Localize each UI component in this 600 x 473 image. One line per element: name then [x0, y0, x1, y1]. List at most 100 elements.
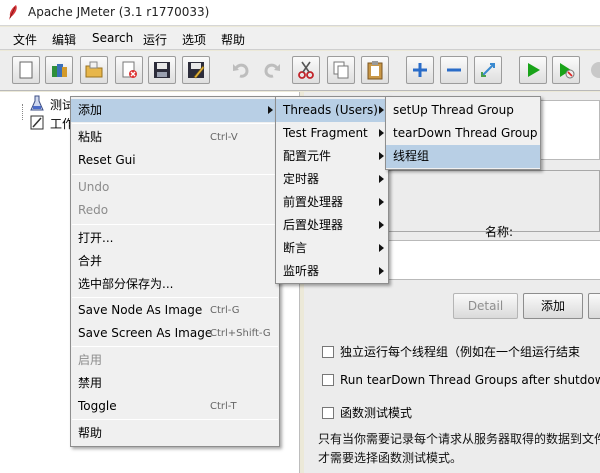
add-submenu: Threads (Users) Test Fragment 配置元件 定时器 前… [275, 96, 389, 284]
menu-item-merge[interactable]: 合并 [71, 250, 279, 273]
menu-item-label: 禁用 [78, 376, 103, 390]
stop-button[interactable] [585, 56, 600, 84]
submenu-item-config-element[interactable]: 配置元件 [276, 145, 388, 168]
menu-item-label: 打开... [78, 231, 114, 245]
menu-item-save-node-as-image[interactable]: Save Node As Image Ctrl-G [71, 299, 279, 322]
submenu-arrow-icon [379, 152, 384, 160]
menu-item-label: Threads (Users) [283, 103, 378, 117]
menu-search[interactable]: Search [92, 31, 133, 45]
menu-item-label: 添加 [78, 103, 103, 117]
functional-mode-note-line-2: 才需要选择函数测试模式。 [318, 451, 463, 465]
menu-run[interactable]: 运行 [143, 31, 167, 48]
menu-file[interactable]: 文件 [13, 31, 37, 48]
toolbar [0, 51, 600, 91]
submenu-item-threads-users[interactable]: Threads (Users) [276, 99, 388, 122]
menu-item-label: 监听器 [283, 264, 320, 278]
name-label: 名称: [485, 225, 514, 239]
new-button[interactable] [12, 56, 40, 84]
menu-item-label: Undo [78, 180, 110, 194]
menu-item-paste[interactable]: 粘贴 Ctrl-V [71, 126, 279, 149]
menu-item-toggle[interactable]: Toggle Ctrl-T [71, 395, 279, 418]
submenu-item-teardown-thread-group[interactable]: tearDown Thread Group [386, 122, 540, 145]
menu-item-shortcut: Ctrl-V [210, 132, 238, 143]
redo-button[interactable] [258, 56, 286, 84]
menu-item-label: Save Node As Image [78, 303, 203, 317]
menu-item-disable[interactable]: 禁用 [71, 372, 279, 395]
paste-icon [367, 61, 383, 80]
menu-item-label: 启用 [78, 353, 103, 367]
menu-item-undo[interactable]: Undo [71, 176, 279, 199]
checkbox-box[interactable] [322, 346, 334, 358]
submenu-item-setup-thread-group[interactable]: setUp Thread Group [386, 99, 540, 122]
submenu-item-pre-processor[interactable]: 前置处理器 [276, 191, 388, 214]
undo-button[interactable] [227, 56, 255, 84]
copy-button[interactable] [327, 56, 355, 84]
redo-icon [264, 63, 280, 78]
menu-separator [72, 297, 278, 298]
run-groups-consecutively-checkbox[interactable]: 独立运行每个线程组（例如在一个组运行结束 [322, 343, 580, 360]
menu-item-label: 选中部分保存为... [78, 277, 174, 291]
menu-separator [72, 346, 278, 347]
menu-item-save-selection-as[interactable]: 选中部分保存为... [71, 273, 279, 296]
menu-item-label: Toggle [78, 399, 117, 413]
menu-item-label: 前置处理器 [283, 195, 344, 209]
save-button[interactable] [148, 56, 176, 84]
copy-icon [333, 61, 349, 79]
menu-help[interactable]: 帮助 [221, 31, 245, 48]
submenu-item-test-fragment[interactable]: Test Fragment [276, 122, 388, 145]
expand-all-button[interactable] [406, 56, 434, 84]
open-button[interactable] [80, 56, 108, 84]
menu-separator [72, 174, 278, 175]
menu-item-redo[interactable]: Redo [71, 199, 279, 222]
templates-button[interactable] [45, 56, 73, 84]
next-button[interactable] [588, 293, 600, 319]
toggle-icon [481, 63, 495, 77]
cut-button[interactable] [292, 56, 320, 84]
submenu-item-thread-group[interactable]: 线程组 [386, 145, 540, 168]
toggle-button[interactable] [474, 56, 502, 84]
menu-separator [72, 419, 278, 420]
menu-item-enable[interactable]: 启用 [71, 349, 279, 372]
context-menu: 添加 粘贴 Ctrl-V Reset Gui Undo Redo 打开... 合… [70, 96, 280, 447]
start-no-pause-button[interactable] [552, 56, 580, 84]
detail-button[interactable]: Detail [453, 293, 518, 319]
menu-item-shortcut: Ctrl+Shift-G [210, 328, 271, 339]
menu-item-label: 断言 [283, 241, 308, 255]
functional-test-mode-checkbox[interactable]: 函数测试模式 [322, 404, 412, 421]
tree-connector [22, 104, 23, 120]
menu-item-shortcut: Ctrl-T [210, 401, 237, 412]
submenu-item-post-processor[interactable]: 后置处理器 [276, 214, 388, 237]
menu-edit[interactable]: 编辑 [52, 31, 76, 48]
menu-item-add[interactable]: 添加 [71, 99, 279, 122]
checkbox-label: 函数测试模式 [340, 406, 413, 420]
menu-item-label: tearDown Thread Group [393, 126, 538, 140]
run-teardown-checkbox[interactable]: Run tearDown Thread Groups after shutdow… [322, 373, 600, 387]
menu-item-open[interactable]: 打开... [71, 227, 279, 250]
submenu-item-listener[interactable]: 监听器 [276, 260, 388, 283]
paste-button[interactable] [361, 56, 389, 84]
submenu-arrow-icon [379, 106, 384, 114]
close-button[interactable] [115, 56, 143, 84]
checkbox-box[interactable] [322, 374, 334, 386]
menu-item-save-screen-as-image[interactable]: Save Screen As Image Ctrl+Shift-G [71, 322, 279, 345]
stop-icon [591, 62, 600, 78]
start-no-pause-icon [560, 63, 575, 79]
submenu-item-assertion[interactable]: 断言 [276, 237, 388, 260]
start-button[interactable] [519, 56, 547, 84]
start-icon [528, 63, 540, 77]
checkbox-label: 独立运行每个线程组（例如在一个组运行结束 [340, 345, 581, 359]
checkbox-box[interactable] [322, 407, 334, 419]
menu-item-label: setUp Thread Group [393, 103, 514, 117]
plus-icon [413, 63, 427, 77]
menu-item-label: 帮助 [78, 426, 103, 440]
title-bar: Apache JMeter (3.1 r1770033) [0, 0, 600, 26]
menu-item-help[interactable]: 帮助 [71, 422, 279, 445]
save-as-button[interactable] [182, 56, 210, 84]
collapse-all-button[interactable] [440, 56, 468, 84]
menu-options[interactable]: 选项 [182, 31, 206, 48]
menu-item-reset-gui[interactable]: Reset Gui [71, 149, 279, 172]
jmeter-feather-icon [9, 5, 17, 20]
menu-item-label: Save Screen As Image [78, 326, 213, 340]
submenu-item-timer[interactable]: 定时器 [276, 168, 388, 191]
add-button[interactable]: 添加 [523, 293, 583, 319]
